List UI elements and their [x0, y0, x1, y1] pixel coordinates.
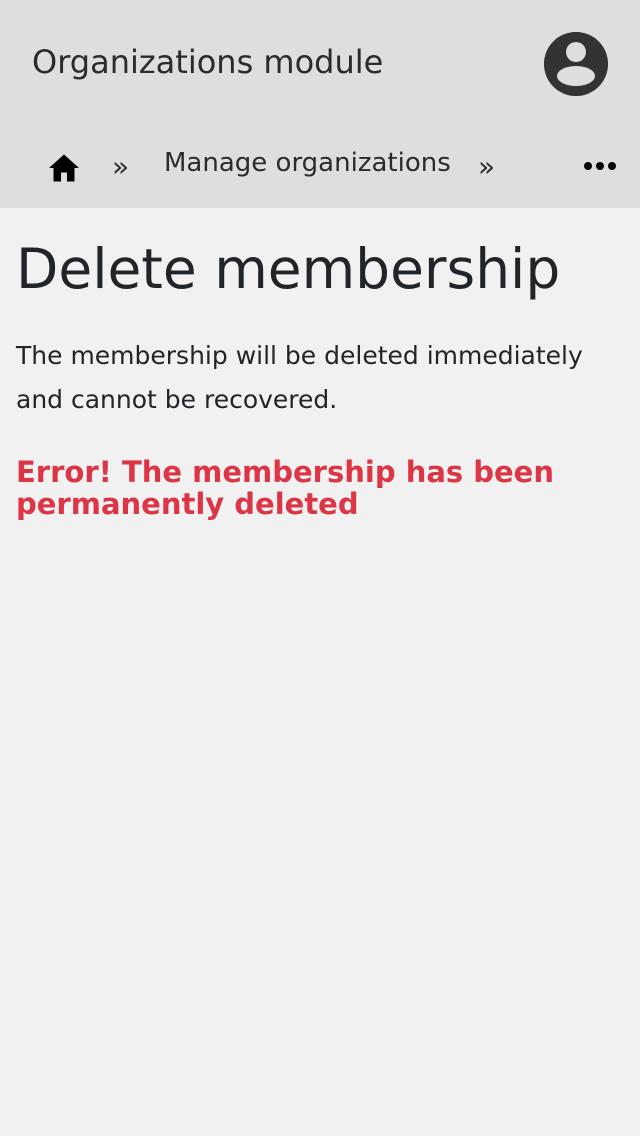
breadcrumb-separator: »	[112, 150, 130, 183]
user-circle-icon	[544, 32, 608, 96]
error-message: Error! The membership has been permanent…	[16, 455, 555, 521]
app-header: Organizations module » Manage organizati…	[0, 0, 640, 208]
app-title: Organizations module	[32, 43, 384, 81]
more-horizontal-icon[interactable]	[580, 158, 620, 174]
user-avatar[interactable]	[544, 32, 608, 96]
home-icon[interactable]	[46, 150, 82, 186]
breadcrumb-manage-organizations[interactable]: Manage organizations	[164, 146, 451, 180]
page-title: Delete membership	[16, 237, 561, 301]
breadcrumb: » Manage organizations »	[0, 128, 640, 208]
breadcrumb-separator: »	[478, 150, 496, 183]
deletion-description: The membership will be deleted immediate…	[16, 341, 583, 414]
